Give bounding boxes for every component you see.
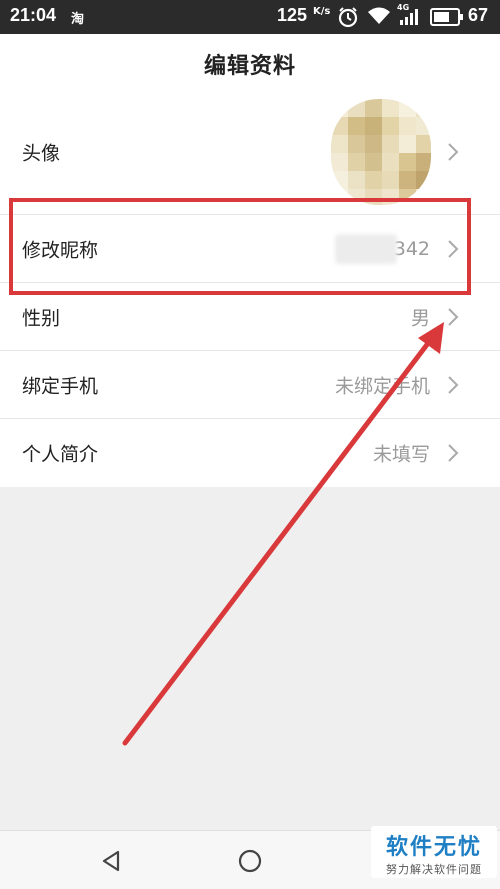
watermark-subtitle: 努力解决软件问题 <box>386 863 482 876</box>
back-triangle-icon[interactable] <box>100 849 122 873</box>
arrow-shaft <box>122 335 435 746</box>
annotation-arrow <box>122 322 444 746</box>
home-circle-icon[interactable] <box>237 848 263 874</box>
watermark-title: 软件无忧 <box>385 835 482 860</box>
watermark-logo: 软件无忧 努力解决软件问题 <box>371 826 497 878</box>
